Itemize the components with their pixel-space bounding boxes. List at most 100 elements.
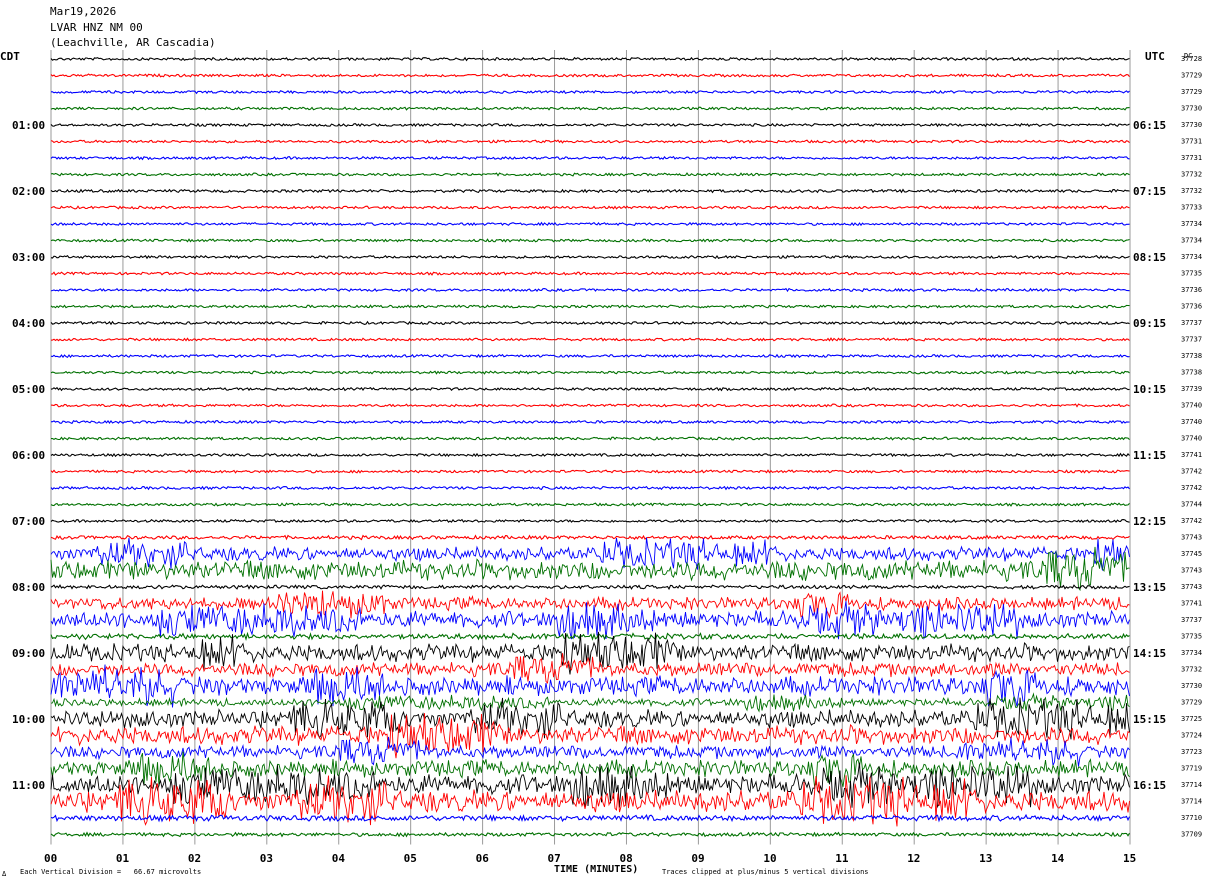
cdt-hour-label: 04:00 — [12, 317, 45, 330]
time-gridlines — [50, 50, 1131, 845]
cdt-hour-label: 08:00 — [12, 581, 45, 594]
dc-offset-label: 37723 — [1181, 748, 1202, 756]
minute-tick-label: 06 — [476, 852, 490, 862]
dc-offset-label: 37740 — [1181, 418, 1202, 426]
utc-hour-label: 14:15 — [1133, 647, 1166, 660]
dc-offset-label: 37738 — [1181, 369, 1202, 377]
dc-offset-label: 37732 — [1181, 171, 1202, 179]
minute-tick-label: 12 — [907, 852, 920, 862]
dc-offset-label: 37731 — [1181, 154, 1202, 162]
dc-offset-label: 37742 — [1181, 468, 1202, 476]
dc-offset-label: 37724 — [1181, 732, 1202, 740]
seismic-trace — [50, 304, 1130, 309]
minute-tick-label: 08 — [619, 852, 632, 862]
seismic-trace — [50, 139, 1130, 144]
cdt-hour-label: 06:00 — [12, 449, 45, 462]
utc-hour-label: 15:15 — [1133, 713, 1166, 726]
dc-offset-label: 37730 — [1181, 682, 1202, 690]
minute-tick-label: 13 — [979, 852, 992, 862]
seismic-trace — [50, 106, 1130, 111]
seismic-trace — [50, 287, 1130, 293]
seismic-trace — [50, 469, 1130, 474]
cdt-hour-label: 05:00 — [12, 383, 45, 396]
seismic-trace — [50, 205, 1130, 210]
dc-offset-label: 37738 — [1181, 352, 1202, 360]
minute-tick-label: 14 — [1051, 852, 1065, 862]
helicorder-plot: CDT UTC DC 01:0002:0003:0004:0005:0006:0… — [0, 50, 1202, 862]
dc-offset-label: 37740 — [1181, 435, 1202, 443]
seismic-trace — [50, 238, 1130, 243]
dc-offset-label: 37730 — [1181, 105, 1202, 113]
minute-tick-label: 04 — [332, 852, 346, 862]
seismic-trace — [51, 89, 1130, 95]
cdt-hour-label: 11:00 — [12, 779, 45, 792]
dc-offset-label: 37743 — [1181, 567, 1202, 575]
cdt-hour-label: 07:00 — [12, 515, 45, 528]
seismic-trace — [50, 386, 1130, 392]
dc-offset-label: 37737 — [1181, 336, 1202, 344]
minute-tick-label: 07 — [548, 852, 561, 862]
dc-offset-label: 37740 — [1181, 402, 1202, 410]
seismic-trace — [50, 353, 1130, 359]
dc-offset-label: 37730 — [1181, 121, 1202, 129]
dc-offset-label: 37737 — [1181, 616, 1202, 624]
seismic-trace — [50, 221, 1130, 227]
dc-offset-label: 37729 — [1181, 88, 1202, 96]
utc-hour-label: 16:15 — [1133, 779, 1166, 792]
dc-offset-label: 37744 — [1181, 501, 1202, 509]
minute-tick-label: 15 — [1123, 852, 1136, 862]
seismic-trace — [50, 502, 1130, 507]
dc-offset-label: 37741 — [1181, 451, 1202, 459]
seismic-trace — [50, 320, 1130, 326]
seismic-traces — [50, 56, 1130, 838]
dc-offset-label: 37725 — [1181, 715, 1202, 723]
minute-tick-label: 11 — [835, 852, 849, 862]
seismic-trace — [50, 155, 1130, 161]
dc-offset-label: 37745 — [1181, 550, 1202, 558]
dc-offset-label: 37743 — [1181, 583, 1202, 591]
plot-footer: Δ Each Vertical Division = 66.67 microvo… — [0, 862, 1210, 886]
seismic-trace — [50, 537, 1130, 571]
dc-offset-label: 37729 — [1181, 699, 1202, 707]
utc-hour-label: 06:15 — [1133, 119, 1166, 132]
dc-offset-label: 37734 — [1181, 237, 1202, 245]
cdt-hour-label: 01:00 — [12, 119, 45, 132]
seismic-trace — [50, 601, 1130, 640]
seismic-trace — [50, 403, 1130, 408]
seismic-trace — [50, 631, 1130, 642]
seismic-trace — [50, 188, 1130, 194]
seismic-trace — [50, 337, 1130, 342]
dc-offset-label: 37710 — [1181, 814, 1202, 822]
utc-hour-label: 10:15 — [1133, 383, 1166, 396]
seismic-trace — [50, 436, 1130, 441]
seismic-trace — [50, 813, 1130, 823]
minute-tick-labels: 00 01 02 03 04 05 06 07 08 09 10 11 12 13 14 15 — [44, 852, 1136, 862]
clip-note: Traces clipped at plus/minus 5 vertical … — [662, 868, 869, 876]
time-axis-title: TIME (MINUTES) — [554, 864, 639, 875]
utc-hour-labels: 06:15 07:15 08:15 09:15 10:15 11:15 12:15 13:15… — [1133, 119, 1166, 792]
dc-offset-label: 37743 — [1181, 534, 1202, 542]
seismic-trace — [50, 692, 1130, 713]
minute-tick-label: 09 — [691, 852, 704, 862]
minute-tick-label: 05 — [404, 852, 417, 862]
right-axis-label: UTC — [1145, 50, 1165, 63]
seismic-trace — [50, 485, 1130, 491]
seismic-trace — [50, 419, 1130, 425]
seismic-trace — [51, 271, 1130, 276]
utc-hour-label: 11:15 — [1133, 449, 1166, 462]
seismic-trace — [50, 73, 1130, 78]
dc-offset-label: 37728 — [1181, 55, 1202, 63]
dc-offset-label: 37714 — [1181, 781, 1202, 789]
dc-offset-label: 37734 — [1181, 220, 1202, 228]
left-axis-label: CDT — [0, 50, 20, 63]
dc-offset-label: 37731 — [1181, 138, 1202, 146]
dc-offset-label: 37709 — [1181, 831, 1202, 839]
cdt-hour-label: 03:00 — [12, 251, 45, 264]
corner-glyph: Δ — [2, 870, 7, 878]
seismic-trace — [50, 452, 1130, 458]
seismic-trace — [50, 56, 1130, 62]
dc-offset-label: 37742 — [1181, 517, 1202, 525]
minute-tick-label: 10 — [763, 852, 776, 862]
dc-offset-label: 37742 — [1181, 484, 1202, 492]
utc-hour-label: 07:15 — [1133, 185, 1166, 198]
